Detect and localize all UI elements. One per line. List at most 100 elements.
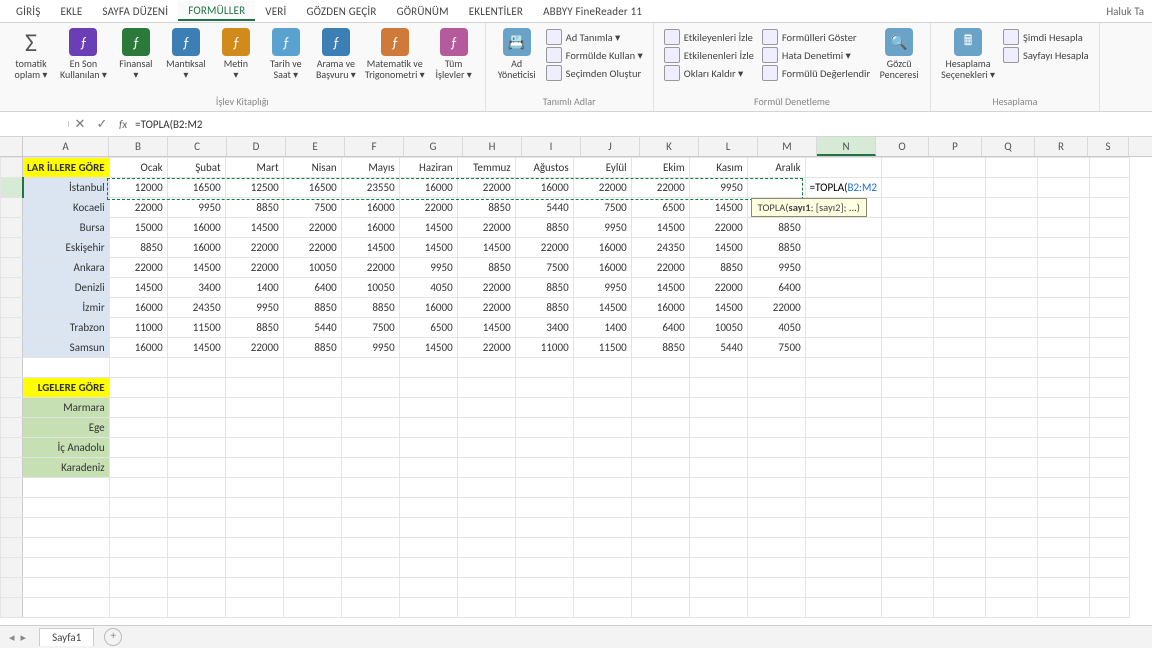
cell[interactable]: 14500 — [399, 218, 457, 238]
cell[interactable] — [399, 458, 457, 478]
trace-dependents[interactable]: Etkilenenleri İzle — [660, 46, 758, 64]
cell[interactable]: 8850 — [225, 318, 283, 338]
cell[interactable] — [573, 518, 631, 538]
cell[interactable] — [689, 558, 747, 578]
cell[interactable]: Bursa — [23, 218, 110, 238]
cell[interactable] — [747, 518, 805, 538]
cell[interactable] — [109, 558, 167, 578]
row-header[interactable] — [1, 378, 23, 398]
cell[interactable] — [225, 578, 283, 598]
cell[interactable] — [225, 358, 283, 378]
cell[interactable] — [985, 498, 1037, 518]
cell[interactable] — [933, 318, 985, 338]
cell[interactable]: 14500 — [573, 298, 631, 318]
function-lib-button-6[interactable]: ƒArama ve Başvuru ▾ — [311, 26, 361, 82]
cell[interactable] — [573, 418, 631, 438]
cell[interactable] — [109, 538, 167, 558]
row-header[interactable] — [1, 178, 23, 198]
cell[interactable]: Marmara — [23, 398, 110, 418]
cell[interactable] — [881, 158, 933, 178]
col-header-L[interactable]: L — [699, 137, 758, 156]
cell[interactable] — [225, 538, 283, 558]
cell[interactable] — [399, 538, 457, 558]
cell[interactable] — [933, 478, 985, 498]
cell[interactable] — [1037, 478, 1089, 498]
cell[interactable] — [1037, 158, 1089, 178]
cell[interactable]: 22000 — [747, 298, 805, 318]
cell[interactable]: 8850 — [225, 198, 283, 218]
cell[interactable]: 8850 — [515, 298, 573, 318]
cell[interactable] — [457, 478, 515, 498]
cell[interactable] — [167, 598, 225, 618]
cell[interactable]: Aralık — [747, 158, 805, 178]
cell[interactable]: 5440 — [283, 318, 341, 338]
cell[interactable] — [631, 438, 689, 458]
cell[interactable] — [457, 438, 515, 458]
col-header-P[interactable]: P — [929, 137, 982, 156]
cell[interactable] — [341, 478, 399, 498]
col-header-D[interactable]: D — [227, 137, 286, 156]
cell[interactable] — [23, 518, 110, 538]
cell[interactable]: 22000 — [631, 178, 689, 198]
cell[interactable] — [689, 378, 747, 398]
cell[interactable]: 7500 — [573, 198, 631, 218]
cell[interactable] — [1037, 198, 1089, 218]
cell[interactable]: Trabzon — [23, 318, 110, 338]
cell[interactable] — [399, 358, 457, 378]
cell[interactable]: 11000 — [515, 338, 573, 358]
cell[interactable] — [109, 458, 167, 478]
cell[interactable] — [985, 438, 1037, 458]
cell[interactable] — [805, 378, 881, 398]
cell[interactable] — [881, 178, 933, 198]
cell[interactable] — [109, 478, 167, 498]
col-header-K[interactable]: K — [640, 137, 699, 156]
cell[interactable] — [283, 598, 341, 618]
cell[interactable]: 22000 — [457, 298, 515, 318]
cell[interactable]: 16500 — [283, 178, 341, 198]
cell[interactable] — [985, 278, 1037, 298]
cell[interactable] — [167, 398, 225, 418]
cell[interactable] — [573, 438, 631, 458]
cell[interactable] — [283, 458, 341, 478]
cell[interactable] — [631, 358, 689, 378]
cell[interactable]: 14500 — [457, 318, 515, 338]
cell[interactable]: 14500 — [631, 278, 689, 298]
account-name[interactable]: Haluk Ta — [1106, 5, 1144, 18]
cell[interactable] — [747, 458, 805, 478]
cell[interactable]: Ege — [23, 418, 110, 438]
cell[interactable] — [225, 518, 283, 538]
cell[interactable]: 15000 — [109, 218, 167, 238]
cell[interactable] — [747, 478, 805, 498]
cell[interactable] — [631, 498, 689, 518]
cell[interactable] — [985, 518, 1037, 538]
cell[interactable]: 16000 — [341, 218, 399, 238]
cell[interactable] — [225, 438, 283, 458]
cell[interactable] — [457, 538, 515, 558]
cell[interactable] — [283, 398, 341, 418]
cell[interactable]: 16000 — [573, 258, 631, 278]
col-header-B[interactable]: B — [109, 137, 168, 156]
cell[interactable] — [985, 418, 1037, 438]
evaluate-formula[interactable]: Formülü Değerlendir — [758, 64, 874, 82]
cell[interactable] — [933, 498, 985, 518]
cell[interactable] — [631, 538, 689, 558]
cell[interactable]: 8850 — [631, 338, 689, 358]
cell[interactable] — [881, 558, 933, 578]
row-header[interactable] — [1, 538, 23, 558]
cell[interactable] — [985, 358, 1037, 378]
cell[interactable] — [631, 518, 689, 538]
col-header-F[interactable]: F — [345, 137, 404, 156]
cell[interactable] — [881, 418, 933, 438]
cell[interactable] — [23, 578, 110, 598]
cell[interactable]: 14500 — [689, 238, 747, 258]
cell[interactable]: 16000 — [109, 338, 167, 358]
cell[interactable] — [23, 558, 110, 578]
cell[interactable]: 5440 — [689, 338, 747, 358]
cell[interactable]: Eskişehir — [23, 238, 110, 258]
cell[interactable] — [881, 318, 933, 338]
row-header[interactable] — [1, 298, 23, 318]
cell[interactable] — [457, 598, 515, 618]
cell[interactable] — [805, 478, 881, 498]
cell[interactable]: 10050 — [689, 318, 747, 338]
tab-abbyy[interactable]: ABBYY FineReader 11 — [533, 2, 652, 20]
